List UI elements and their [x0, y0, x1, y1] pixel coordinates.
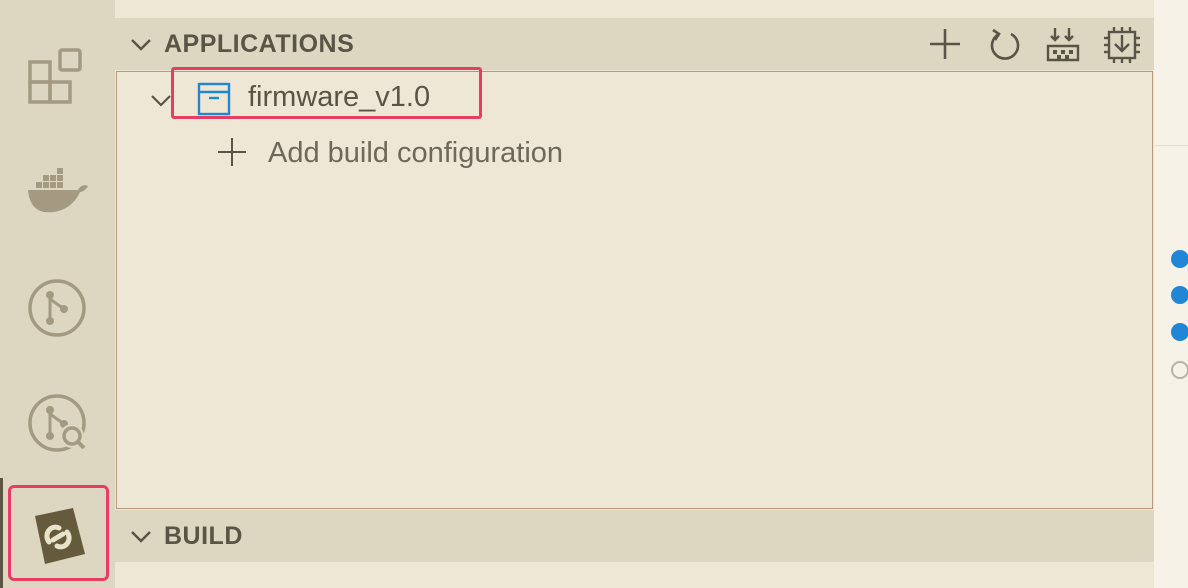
build-all-button[interactable]	[1103, 26, 1140, 63]
source-control-icon	[28, 279, 86, 337]
application-highlight	[171, 67, 482, 119]
add-build-configuration[interactable]: Add build configuration	[117, 125, 1152, 177]
refresh-icon	[990, 28, 1020, 60]
active-item-highlight	[8, 485, 109, 581]
status-dot-empty	[1171, 361, 1188, 379]
add-icon	[930, 29, 960, 59]
activity-bar	[0, 0, 115, 588]
divider	[1154, 145, 1188, 146]
refresh-button[interactable]	[987, 26, 1023, 62]
applications-tree: firmware_v1.0 Add build configuration	[116, 67, 1153, 509]
plus-icon	[218, 138, 246, 166]
status-dot	[1171, 250, 1188, 268]
add-application-button[interactable]	[927, 26, 963, 62]
activity-git-graph[interactable]	[0, 368, 115, 478]
open-sample-icon	[1046, 28, 1080, 62]
editor-area	[1154, 0, 1188, 588]
status-dot	[1171, 286, 1188, 304]
add-build-configuration-label: Add build configuration	[268, 137, 564, 169]
build-section-header[interactable]: BUILD	[115, 510, 1154, 562]
sidebar: APPLICATIONS firmware_v1.0 Add build con…	[115, 0, 1154, 588]
chevron-down-icon[interactable]	[129, 524, 153, 548]
chevron-down-icon[interactable]	[149, 88, 173, 112]
docker-icon	[28, 168, 88, 213]
sidebar-top	[115, 0, 1154, 18]
activity-docker[interactable]	[0, 138, 115, 248]
build-all-icon	[1104, 27, 1140, 63]
applications-section-header[interactable]: APPLICATIONS	[115, 18, 1154, 70]
extensions-icon	[28, 48, 82, 104]
activity-extensions[interactable]	[0, 22, 115, 132]
activity-source-control[interactable]	[0, 253, 115, 363]
status-dot	[1171, 323, 1188, 341]
git-graph-icon	[28, 394, 86, 452]
open-sample-button[interactable]	[1045, 26, 1081, 62]
chevron-down-icon[interactable]	[129, 32, 153, 56]
build-section-title: BUILD	[164, 521, 243, 550]
applications-section-title: APPLICATIONS	[164, 29, 355, 58]
tree-row-application[interactable]: firmware_v1.0	[117, 67, 1152, 124]
